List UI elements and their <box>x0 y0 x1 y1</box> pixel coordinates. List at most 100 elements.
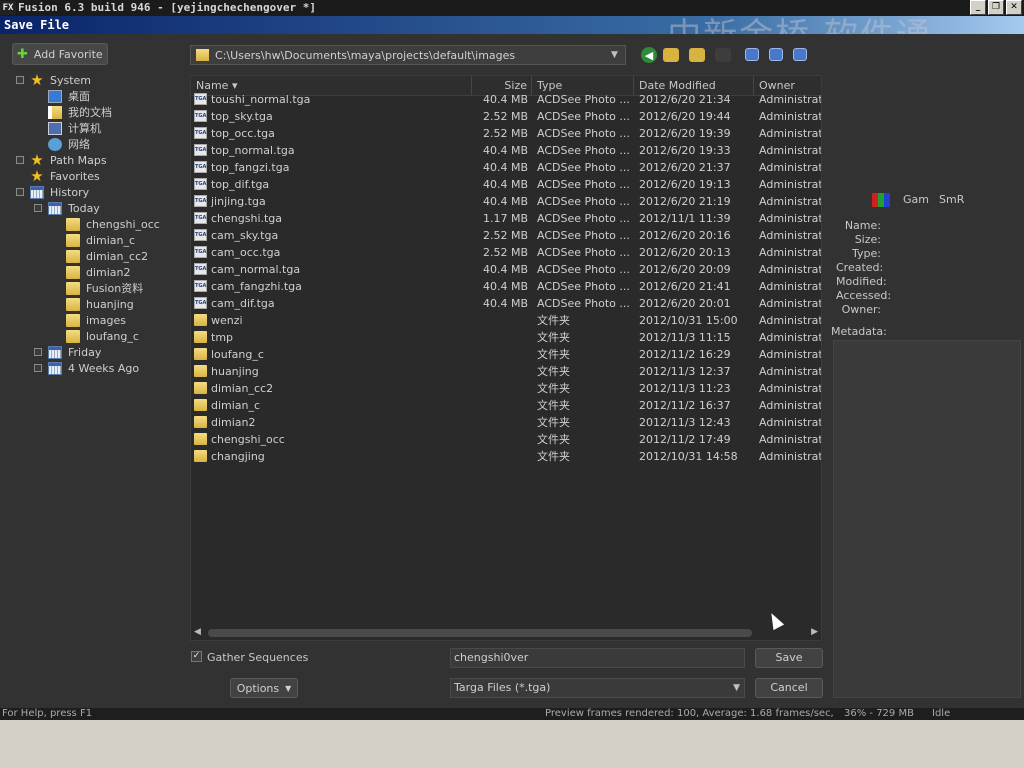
file-row[interactable]: huanjing 文件夹 2012/11/3 12:37 Administrator <box>191 363 821 380</box>
tree-item[interactable]: Friday <box>34 344 101 360</box>
file-date-modified: 2012/6/20 20:16 <box>639 229 731 242</box>
tree-expander[interactable] <box>34 204 42 212</box>
file-row[interactable]: TGA toushi_normal.tga 40.4 MB ACDSee Photo … <box>191 91 821 108</box>
delete-icon[interactable] <box>715 48 731 62</box>
tree-item[interactable]: Today <box>34 200 100 216</box>
file-row[interactable]: TGA cam_occ.tga 2.52 MB ACDSee Photo ... 201… <box>191 244 821 261</box>
tree-item[interactable]: dimian_c <box>52 232 135 248</box>
file-name: jinjing.tga <box>211 195 266 208</box>
file-row[interactable]: TGA cam_dif.tga 40.4 MB ACDSee Photo ... 201… <box>191 295 821 312</box>
cancel-button[interactable]: Cancel <box>755 678 823 698</box>
tree-item[interactable]: 网络 <box>34 136 90 152</box>
close-button[interactable]: ✕ <box>1006 0 1022 15</box>
tree-item-label: chengshi_occ <box>86 217 160 231</box>
filetype-select[interactable]: Targa Files (*.tga) ▼ <box>450 678 745 698</box>
scrollbar-thumb[interactable] <box>208 629 752 637</box>
tree-item[interactable]: ★ System <box>16 72 91 88</box>
tree-item[interactable]: ★ Favorites <box>16 168 99 184</box>
file-size: 2.52 MB <box>482 229 528 242</box>
chevron-down-icon[interactable]: ▼ <box>733 679 740 697</box>
back-arrow-icon[interactable]: ◀ <box>641 47 657 63</box>
file-size: 2.52 MB <box>482 110 528 123</box>
tree-expander[interactable] <box>16 156 24 164</box>
tree-item[interactable]: chengshi_occ <box>52 216 160 232</box>
tree-item[interactable]: 4 Weeks Ago <box>34 360 139 376</box>
tree-expander[interactable] <box>34 348 42 356</box>
file-row[interactable]: TGA cam_sky.tga 2.52 MB ACDSee Photo ... 201… <box>191 227 821 244</box>
file-type: ACDSee Photo ... <box>537 246 630 259</box>
smr-toggle[interactable]: SmR <box>939 193 964 206</box>
channel-color-icon[interactable] <box>872 193 890 207</box>
file-row[interactable]: TGA cam_fangzhi.tga 40.4 MB ACDSee Photo ..… <box>191 278 822 295</box>
tree-item[interactable]: dimian2 <box>52 264 131 280</box>
restore-button[interactable]: ❐ <box>988 0 1004 15</box>
tree-item[interactable]: 计算机 <box>34 120 101 136</box>
file-row[interactable]: TGA top_normal.tga 40.4 MB ACDSee Photo ...… <box>191 142 821 159</box>
chevron-down-icon[interactable]: ▼ <box>611 50 625 60</box>
tree-expander[interactable] <box>16 76 24 84</box>
tree-item[interactable]: huanjing <box>52 296 134 312</box>
file-owner: Administrator <box>759 399 822 412</box>
file-row[interactable]: TGA top_occ.tga 2.52 MB ACDSee Photo ... 201… <box>191 125 821 142</box>
tree-item[interactable]: Fusion资料 <box>52 280 143 296</box>
file-name: loufang_c <box>211 348 264 361</box>
gamma-toggle[interactable]: Gam <box>903 193 929 206</box>
tree-item[interactable]: History <box>16 184 89 200</box>
file-owner: Administrator <box>759 280 822 293</box>
up-folder-icon[interactable] <box>663 48 679 62</box>
new-folder-icon[interactable] <box>689 48 705 62</box>
scroll-left-icon[interactable]: ◀ <box>194 627 201 637</box>
file-row[interactable]: changjing 文件夹 2012/10/31 14:58 Administrato… <box>191 448 821 465</box>
options-dropdown[interactable]: Options ▼ <box>230 678 298 698</box>
file-row[interactable]: loufang_c 文件夹 2012/11/2 16:29 Administrator <box>191 346 821 363</box>
folder-icon <box>194 365 207 377</box>
file-owner: Administrator <box>759 416 822 429</box>
scroll-right-icon[interactable]: ▶ <box>811 627 818 637</box>
horizontal-scrollbar[interactable]: ◀ ▶ <box>190 626 822 640</box>
file-row[interactable]: TGA chengshi.tga 1.17 MB ACDSee Photo ... 20… <box>191 210 821 227</box>
tree-item[interactable]: 我的文档 <box>34 104 112 120</box>
tga-file-icon: TGA <box>194 93 207 105</box>
file-date-modified: 2012/6/20 19:13 <box>639 178 731 191</box>
tree-item[interactable]: loufang_c <box>52 328 139 344</box>
folder-icon <box>66 265 80 279</box>
file-row[interactable]: wenzi 文件夹 2012/10/31 15:00 Administrator <box>191 312 821 329</box>
file-row[interactable]: dimian_cc2 文件夹 2012/11/3 11:23 Administrato… <box>191 380 821 397</box>
tree-item[interactable]: dimian_cc2 <box>52 248 148 264</box>
file-row[interactable]: TGA top_sky.tga 2.52 MB ACDSee Photo ... 201… <box>191 108 821 125</box>
list-view-icon[interactable] <box>745 48 759 61</box>
path-combobox[interactable]: C:\Users\hw\Documents\maya\projects\defa… <box>190 45 626 65</box>
file-row[interactable]: TGA top_dif.tga 40.4 MB ACDSee Photo ... 201… <box>191 176 821 193</box>
tree-item-label: Path Maps <box>50 153 107 167</box>
file-type: 文件夹 <box>537 348 570 361</box>
tree-expander[interactable] <box>16 188 24 196</box>
tree-item[interactable]: images <box>52 312 126 328</box>
folder-icon <box>194 433 207 445</box>
file-name: toushi_normal.tga <box>211 93 311 106</box>
minimize-button[interactable]: _ <box>970 0 986 15</box>
file-row[interactable]: TGA top_fangzi.tga 40.4 MB ACDSee Photo ...… <box>191 159 821 176</box>
save-button[interactable]: Save <box>755 648 823 668</box>
tree-item-label: huanjing <box>86 297 134 311</box>
details-view-icon[interactable] <box>769 48 783 61</box>
file-date-modified: 2012/11/3 12:37 <box>639 365 731 378</box>
tree-item[interactable]: 桌面 <box>34 88 90 104</box>
tree-expander[interactable] <box>34 364 42 372</box>
add-favorite-button[interactable]: ✚ Add Favorite <box>12 43 108 65</box>
filename-input[interactable]: chengshi0ver <box>450 648 745 668</box>
file-info-label: Name: <box>844 219 881 232</box>
tree-item[interactable]: ★ Path Maps <box>16 152 107 168</box>
file-row[interactable]: tmp 文件夹 2012/11/3 11:15 Administrator <box>191 329 821 346</box>
file-row[interactable]: dimian_c 文件夹 2012/11/2 16:37 Administrator <box>191 397 822 414</box>
file-name-cell: changjing <box>191 448 471 465</box>
file-row[interactable]: TGA jinjing.tga 40.4 MB ACDSee Photo ... 201… <box>191 193 821 210</box>
metadata-panel <box>833 340 1021 698</box>
file-row[interactable]: chengshi_occ 文件夹 2012/11/2 17:49 Administra… <box>191 431 821 448</box>
file-date-modified: 2012/6/20 19:44 <box>639 110 731 123</box>
tga-file-icon: TGA <box>194 297 207 309</box>
thumbnail-view-icon[interactable] <box>793 48 807 61</box>
gather-sequences-checkbox[interactable]: ✓ <box>191 651 202 662</box>
tree-item-label: dimian2 <box>86 265 131 279</box>
file-row[interactable]: dimian2 文件夹 2012/11/3 12:43 Administrator <box>191 414 822 431</box>
file-row[interactable]: TGA cam_normal.tga 40.4 MB ACDSee Photo ...… <box>191 261 821 278</box>
